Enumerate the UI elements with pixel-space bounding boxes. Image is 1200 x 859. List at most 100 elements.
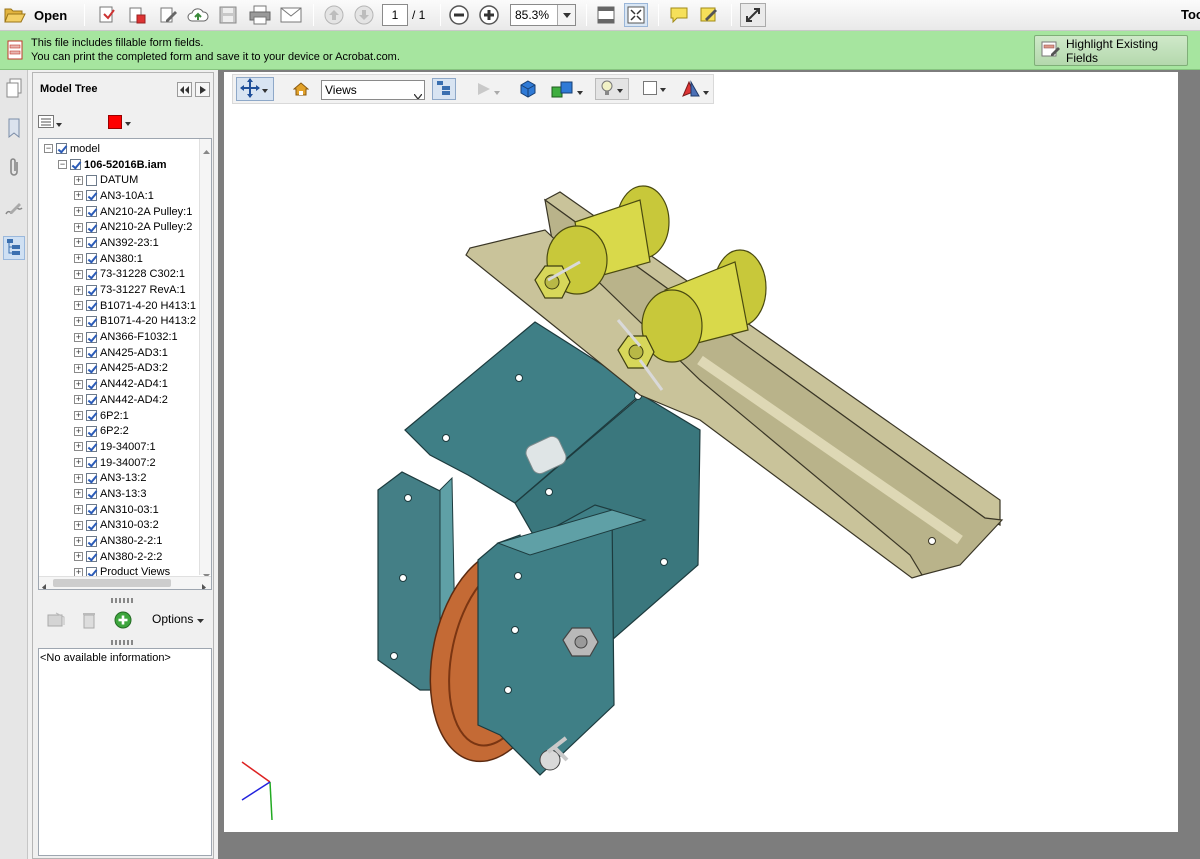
tools-pane-button[interactable]: Too (1181, 7, 1200, 22)
attachments-button[interactable] (3, 157, 25, 181)
page-number-input[interactable]: 1 (382, 4, 408, 26)
tree-item[interactable]: + AN310-03:2 (39, 518, 199, 534)
open-button[interactable]: Open (2, 3, 74, 27)
visibility-checkbox[interactable] (86, 331, 97, 343)
visibility-checkbox[interactable] (86, 190, 97, 202)
expand-toggle-icon[interactable]: + (74, 379, 83, 389)
expand-toggle-icon[interactable]: + (74, 348, 83, 358)
document-view[interactable]: Views (218, 70, 1200, 859)
fit-page-button[interactable] (624, 3, 648, 27)
visibility-checkbox[interactable] (86, 535, 97, 547)
fit-width-button[interactable] (594, 3, 618, 27)
expand-button[interactable] (740, 3, 766, 27)
tree-item[interactable]: − model (39, 141, 199, 157)
visibility-checkbox[interactable] (86, 378, 97, 390)
tree-item[interactable]: +73-31228 C302:1 (39, 267, 199, 283)
visibility-checkbox[interactable] (86, 394, 97, 406)
expand-toggle-icon[interactable]: + (74, 191, 83, 201)
tree-item[interactable]: + AN392-23:1 (39, 235, 199, 251)
visibility-checkbox[interactable] (86, 425, 97, 437)
expand-toggle-icon[interactable]: + (74, 552, 83, 562)
collapse-panel-button[interactable] (177, 82, 192, 97)
expand-toggle-icon[interactable]: + (74, 505, 83, 515)
chevron-down-icon[interactable] (557, 5, 575, 25)
tree-item[interactable]: + AN3-10A:1 (39, 188, 199, 204)
pdf-page[interactable]: Views (224, 72, 1178, 832)
options-menu-button[interactable]: Options (152, 612, 205, 626)
color-picker-button[interactable] (108, 115, 131, 129)
zoom-in-button[interactable] (477, 3, 501, 27)
tree-item[interactable]: + AN442-AD4:1 (39, 376, 199, 392)
tree-item[interactable]: + AN380:1 (39, 251, 199, 267)
tree-item[interactable]: + AN3-13:2 (39, 470, 199, 486)
expand-toggle-icon[interactable]: + (74, 520, 83, 530)
signatures-button[interactable] (3, 197, 25, 221)
expand-toggle-icon[interactable]: + (74, 411, 83, 421)
add-button[interactable] (114, 611, 132, 632)
visibility-checkbox[interactable] (86, 410, 97, 422)
edit-document-button[interactable] (156, 3, 180, 27)
visibility-checkbox[interactable] (86, 221, 97, 233)
panel-splitter[interactable] (111, 640, 135, 645)
visibility-checkbox[interactable] (86, 268, 97, 280)
delete-button[interactable] (82, 611, 96, 632)
create-pdf-button[interactable] (95, 3, 119, 27)
tree-item[interactable]: − 106-52016B.iam (39, 157, 199, 173)
expand-toggle-icon[interactable]: + (74, 442, 83, 452)
tree-view-options-button[interactable] (38, 115, 62, 131)
tree-item[interactable]: + B1071-4-20 H413:2 (39, 314, 199, 330)
visibility-checkbox[interactable] (86, 237, 97, 249)
visibility-checkbox[interactable] (86, 551, 97, 563)
lighting-button[interactable] (595, 78, 629, 100)
expand-toggle-icon[interactable]: + (74, 395, 83, 405)
visibility-checkbox[interactable] (86, 300, 97, 312)
email-button[interactable] (278, 3, 304, 27)
tree-item[interactable]: + AN3-13:3 (39, 486, 199, 502)
tree-item[interactable]: + AN425-AD3:2 (39, 361, 199, 377)
scroll-left-arrow-icon[interactable] (42, 580, 46, 589)
visibility-checkbox[interactable] (86, 315, 97, 327)
tree-item[interactable]: + AN425-AD3:1 (39, 345, 199, 361)
cross-section-button[interactable] (681, 80, 709, 101)
page-thumbnails-button[interactable] (3, 77, 25, 101)
3d-model-scene[interactable] (224, 72, 1178, 832)
tree-item[interactable]: +19-34007:2 (39, 455, 199, 471)
previous-page-button[interactable] (322, 3, 346, 27)
model-tree-button[interactable] (3, 236, 25, 260)
expand-toggle-icon[interactable]: + (74, 285, 83, 295)
scroll-right-arrow-icon[interactable] (202, 580, 206, 589)
expand-toggle-icon[interactable]: + (74, 473, 83, 483)
home-view-button[interactable] (292, 81, 310, 100)
visibility-checkbox[interactable] (86, 519, 97, 531)
background-color-button[interactable] (643, 81, 666, 95)
visibility-checkbox[interactable] (86, 362, 97, 374)
expand-toggle-icon[interactable]: + (74, 332, 83, 342)
expand-toggle-icon[interactable]: + (74, 301, 83, 311)
visibility-checkbox[interactable] (86, 284, 97, 296)
visibility-checkbox[interactable] (86, 472, 97, 484)
visibility-checkbox[interactable] (56, 143, 67, 155)
expand-toggle-icon[interactable]: + (74, 254, 83, 264)
visibility-checkbox[interactable] (86, 457, 97, 469)
panel-splitter[interactable] (111, 598, 135, 603)
tree-item[interactable]: + DATUM (39, 172, 199, 188)
visibility-checkbox[interactable] (86, 441, 97, 453)
visibility-checkbox[interactable] (70, 159, 81, 171)
tree-item[interactable]: + AN210-2A Pulley:2 (39, 219, 199, 235)
combine-files-button[interactable] (125, 3, 149, 27)
tree-item[interactable]: + AN310-03:1 (39, 502, 199, 518)
visibility-checkbox[interactable] (86, 253, 97, 265)
scrollbar-thumb[interactable] (53, 579, 171, 587)
toggle-model-tree-button[interactable] (432, 78, 456, 100)
render-mode-button[interactable] (551, 80, 583, 101)
tree-item[interactable]: + AN210-2A Pulley:1 (39, 204, 199, 220)
print-button[interactable] (247, 3, 273, 27)
zoom-out-button[interactable] (447, 3, 471, 27)
comment-button[interactable] (667, 3, 691, 27)
tree-item[interactable]: +73-31227 RevA:1 (39, 282, 199, 298)
expand-toggle-icon[interactable]: + (74, 316, 83, 326)
tree-horizontal-scrollbar[interactable] (39, 576, 211, 589)
visibility-checkbox[interactable] (86, 347, 97, 359)
upload-button[interactable] (186, 3, 210, 27)
tree-item[interactable]: + AN442-AD4:2 (39, 392, 199, 408)
